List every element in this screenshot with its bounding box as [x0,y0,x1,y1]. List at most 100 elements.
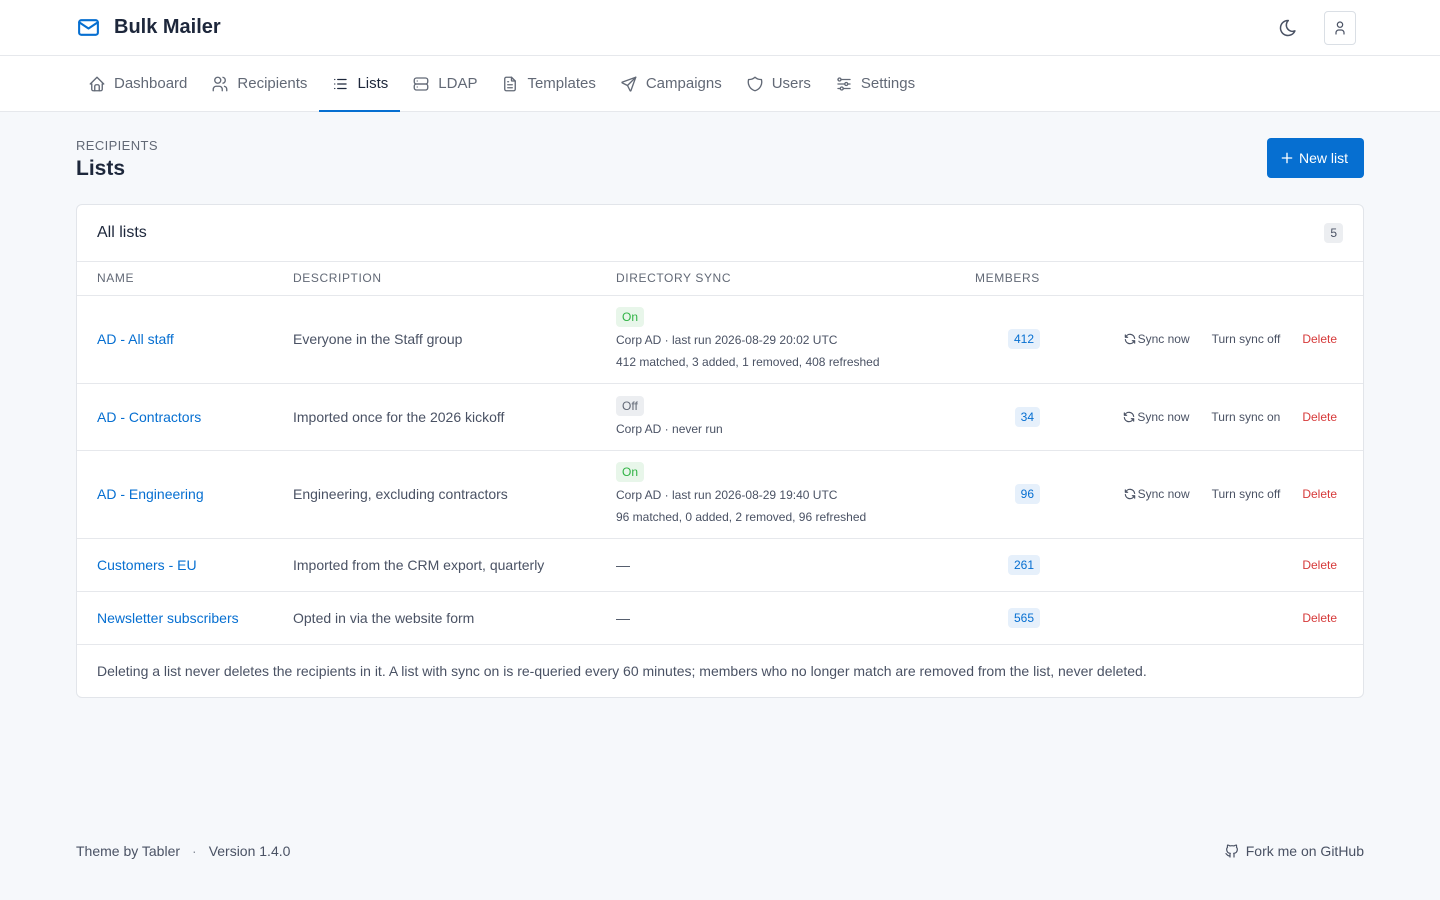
sync-status-badge: On [616,462,645,482]
new-list-label: New list [1298,150,1348,166]
main-nav: Dashboard Recipients Lists LDAP Template… [0,56,1440,112]
brand[interactable]: Bulk Mailer [76,15,221,40]
table-row: AD - All staff Everyone in the Staff gro… [77,295,1363,384]
sync-status-badge: Off [616,395,644,416]
list-name-link[interactable]: AD - All staff [97,331,174,347]
toggle-sync-button[interactable]: Turn sync off [1212,487,1281,501]
list-description: Everyone in the Staff group [293,331,463,347]
nav-item-campaigns[interactable]: Campaigns [608,56,734,111]
sync-now-button[interactable]: Sync now [1123,487,1190,501]
nav-label: Templates [527,75,596,92]
member-count-badge: 261 [1007,554,1040,575]
table-header-row: Name Description Directory sync Members [77,262,1363,296]
sync-source: Corp AD · never run [616,421,723,436]
home-icon [88,75,106,93]
list-name-link[interactable]: Customers - EU [97,557,197,573]
refresh-icon [1123,332,1137,346]
new-list-button[interactable]: New list [1266,138,1364,178]
sync-now-label: Sync now [1137,332,1190,346]
footer-separator: · [192,843,197,859]
nav-item-recipients[interactable]: Recipients [199,56,319,111]
nav-label: Users [771,75,811,92]
card-footer-note: Deleting a list never deletes the recipi… [97,662,1147,679]
nav-item-dashboard[interactable]: Dashboard [76,56,199,111]
column-header-actions [1040,262,1363,296]
sync-now-button[interactable]: Sync now [1123,332,1190,346]
send-icon [620,75,638,93]
list-name-link[interactable]: Newsletter subscribers [97,610,239,626]
delete-button[interactable]: Delete [1302,410,1337,424]
page-title: Lists [76,157,126,180]
page-pretitle: Recipients [76,138,158,153]
github-link[interactable]: Fork me on GitHub [1224,843,1364,859]
theme-credit-link[interactable]: Theme by Tabler [76,843,180,859]
github-icon [1224,843,1240,859]
plus-icon [1279,150,1295,166]
member-count-badge: 565 [1007,607,1040,628]
sync-stats: 96 matched, 0 added, 2 removed, 96 refre… [616,510,867,524]
member-count-badge: 96 [1014,484,1040,504]
sync-none: — [616,609,630,626]
lists-card: All lists 5 Name Description Directory s… [76,204,1364,698]
refresh-icon [1123,487,1137,501]
sync-stats: 412 matched, 3 added, 1 removed, 408 ref… [616,355,880,369]
nav-label: LDAP [438,75,478,92]
app-title: Bulk Mailer [114,16,221,38]
table-row: Customers - EU Imported from the CRM exp… [77,538,1363,592]
list-name-link[interactable]: AD - Contractors [97,409,201,425]
adjustments-icon [835,75,853,93]
table-row: AD - Contractors Imported once for the 2… [77,383,1363,451]
delete-button[interactable]: Delete [1302,332,1337,346]
card-header: All lists 5 [77,205,1363,262]
refresh-icon [1122,410,1136,424]
users-icon [211,75,229,93]
toggle-sync-button[interactable]: Turn sync off [1212,332,1281,346]
nav-item-users[interactable]: Users [734,56,823,111]
delete-button[interactable]: Delete [1302,487,1337,501]
list-name-link[interactable]: AD - Engineering [97,486,204,502]
sync-now-button[interactable]: Sync now [1122,410,1189,424]
delete-button[interactable]: Delete [1302,611,1337,625]
user-icon [1332,20,1348,36]
toggle-sync-button[interactable]: Turn sync on [1211,410,1280,424]
column-header-sync: Directory sync [616,262,936,296]
lists-table: Name Description Directory sync Members … [77,262,1363,645]
nav-item-settings[interactable]: Settings [823,56,927,111]
member-count-badge: 34 [1014,406,1040,427]
nav-item-templates[interactable]: Templates [489,56,607,111]
nav-label: Dashboard [114,75,188,92]
mail-icon [76,15,101,40]
list-description: Engineering, excluding contractors [293,486,508,502]
sync-none: — [616,556,630,573]
nav-item-lists[interactable]: Lists [319,56,401,112]
nav-item-ldap[interactable]: LDAP [400,56,489,111]
nav-label: Recipients [237,75,308,92]
delete-button[interactable]: Delete [1302,558,1337,572]
sync-now-label: Sync now [1137,409,1190,424]
list-description: Imported from the CRM export, quarterly [293,556,545,573]
column-header-members: Members [936,262,1040,296]
sync-now-label: Sync now [1137,487,1190,501]
nav-label: Settings [860,75,916,92]
shield-icon [746,75,764,93]
table-row: Newsletter subscribers Opted in via the … [77,591,1363,645]
user-menu-button[interactable] [1324,10,1356,45]
dark-mode-toggle[interactable] [1272,12,1304,44]
moon-icon [1278,18,1298,38]
list-description: Imported once for the 2026 kickoff [293,408,505,425]
page-header: Recipients Lists New list [0,112,1440,204]
nav-label: Campaigns [645,75,722,92]
column-header-name: Name [77,262,293,296]
sync-status-badge: On [616,307,645,327]
list-description: Opted in via the website form [293,609,475,626]
file-text-icon [501,75,519,93]
sync-source: Corp AD · last run 2026-08-29 19:40 UTC [616,488,838,502]
table-row: AD - Engineering Engineering, excluding … [77,450,1363,539]
card-title: All lists [97,224,147,241]
member-count-badge: 412 [1007,329,1040,349]
top-header: Bulk Mailer [0,0,1440,56]
column-header-description: Description [293,262,616,296]
page-footer: Theme by Tabler · Version 1.4.0 Fork me … [76,843,1364,859]
version-text: Version 1.4.0 [208,843,291,859]
sync-source: Corp AD · last run 2026-08-29 20:02 UTC [616,333,838,347]
